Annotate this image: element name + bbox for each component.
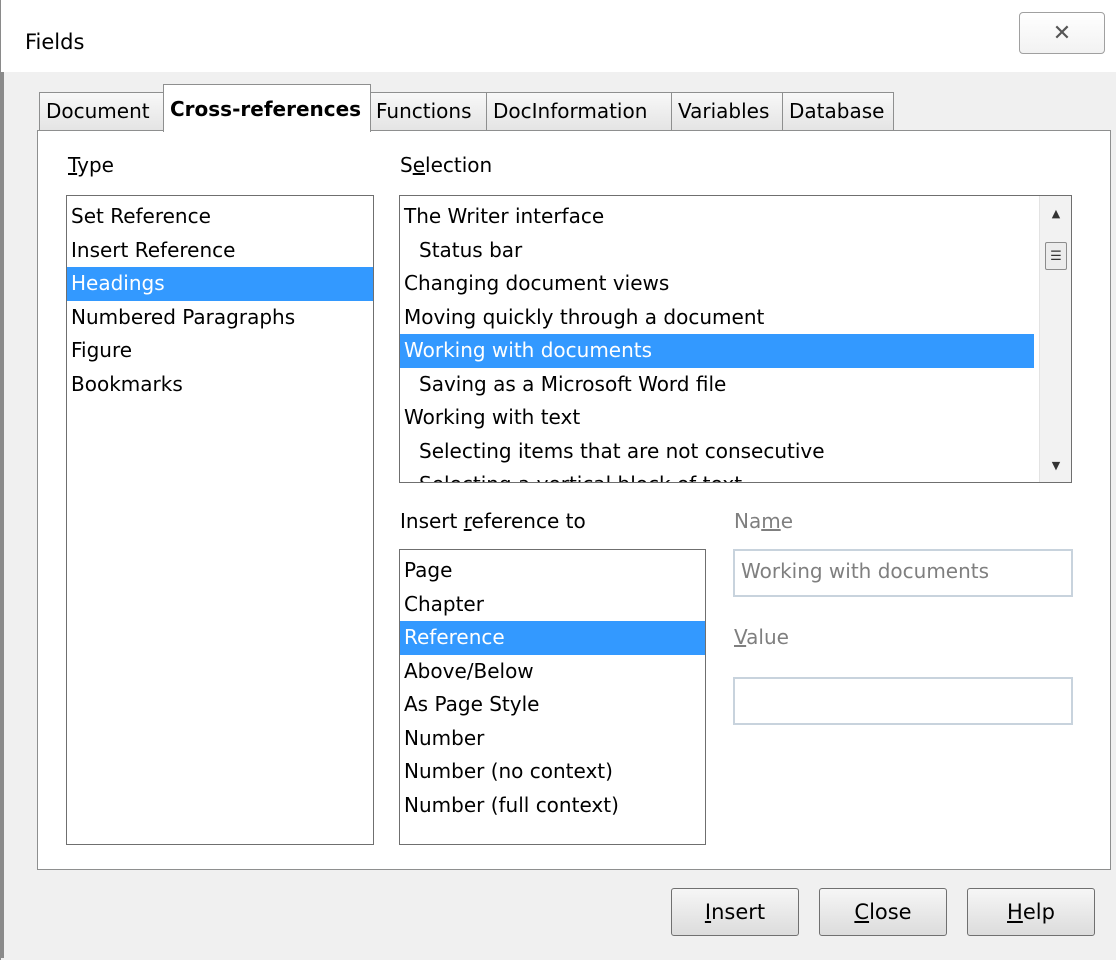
name-label: Name xyxy=(734,509,794,533)
tab-cross-references-label: Cross-references xyxy=(170,97,362,121)
tab-variables-label: Variables xyxy=(678,99,770,123)
insert-button[interactable]: Insert xyxy=(671,888,799,936)
name-field[interactable]: Working with documents xyxy=(733,549,1073,597)
list-item[interactable]: Number xyxy=(400,722,705,756)
list-item[interactable]: Numbered Paragraphs xyxy=(67,301,373,335)
name-field-value: Working with documents xyxy=(741,559,990,583)
dialog-frame-edge xyxy=(1,18,11,958)
selection-listbox[interactable]: The Writer interface Status bar Changing d… xyxy=(399,195,1072,483)
list-item[interactable]: Chapter xyxy=(400,588,705,622)
list-item[interactable]: Working with documents xyxy=(400,334,1034,368)
list-item[interactable]: The Writer interface xyxy=(400,200,1034,234)
list-item[interactable]: As Page Style xyxy=(400,688,705,722)
list-item[interactable]: Selecting a vertical block of text xyxy=(400,468,1034,482)
type-listbox[interactable]: Set Reference Insert Reference Headings Num… xyxy=(66,195,374,845)
selection-label: Selection xyxy=(400,153,493,177)
list-item[interactable]: Set Reference xyxy=(67,200,373,234)
insert-reference-label: Insert reference to xyxy=(400,509,586,533)
insert-reference-listbox[interactable]: Page Chapter Reference Above/Below As Page S… xyxy=(399,549,706,845)
tab-document[interactable]: Document xyxy=(39,92,165,130)
scroll-up-icon[interactable]: ▲ xyxy=(1040,198,1071,228)
list-item[interactable]: Working with text xyxy=(400,401,1034,435)
list-item[interactable]: Status bar xyxy=(400,234,1034,268)
list-item[interactable]: Insert Reference xyxy=(67,234,373,268)
list-item[interactable]: Reference xyxy=(400,621,705,655)
tab-database-label: Database xyxy=(789,99,885,123)
list-item[interactable]: Headings xyxy=(67,267,373,301)
tab-variables[interactable]: Variables xyxy=(671,92,783,130)
tab-database[interactable]: Database xyxy=(782,92,894,130)
selection-scrollbar[interactable]: ▲ ☰ ▼ xyxy=(1039,196,1071,482)
close-icon: ✕ xyxy=(1052,20,1072,46)
scroll-down-icon[interactable]: ▼ xyxy=(1040,450,1071,480)
tab-functions[interactable]: Functions xyxy=(369,92,487,130)
tab-docinformation-label: DocInformation xyxy=(493,99,648,123)
tab-document-label: Document xyxy=(46,99,150,123)
list-item[interactable]: Number (no context) xyxy=(400,755,705,789)
cross-references-panel: Type Set Reference Insert Reference Headin… xyxy=(37,130,1111,870)
help-button[interactable]: Help xyxy=(967,888,1095,936)
list-item[interactable]: Page xyxy=(400,554,705,588)
list-item[interactable]: Bookmarks xyxy=(67,368,373,402)
tab-functions-label: Functions xyxy=(376,99,472,123)
dialog-title: Fields xyxy=(25,30,85,54)
list-item[interactable]: Above/Below xyxy=(400,655,705,689)
list-item[interactable]: Moving quickly through a document xyxy=(400,301,1034,335)
list-item[interactable]: Selecting items that are not consecutive xyxy=(400,435,1034,469)
value-field[interactable] xyxy=(733,677,1073,725)
list-item[interactable]: Saving as a Microsoft Word file xyxy=(400,368,1034,402)
close-button[interactable]: Close xyxy=(819,888,947,936)
list-item[interactable]: Figure xyxy=(67,334,373,368)
list-item[interactable]: Changing document views xyxy=(400,267,1034,301)
value-label: Value xyxy=(734,625,789,649)
fields-dialog: Fields ✕ Document Cross-references Funct… xyxy=(0,0,1116,960)
tab-docinformation[interactable]: DocInformation xyxy=(486,92,672,130)
scroll-thumb[interactable]: ☰ xyxy=(1045,242,1067,270)
type-label: Type xyxy=(68,153,114,177)
list-item[interactable]: Number (full context) xyxy=(400,789,705,823)
title-bar: Fields ✕ xyxy=(1,0,1116,72)
window-close-button[interactable]: ✕ xyxy=(1019,12,1105,54)
tab-cross-references[interactable]: Cross-references xyxy=(163,84,371,132)
